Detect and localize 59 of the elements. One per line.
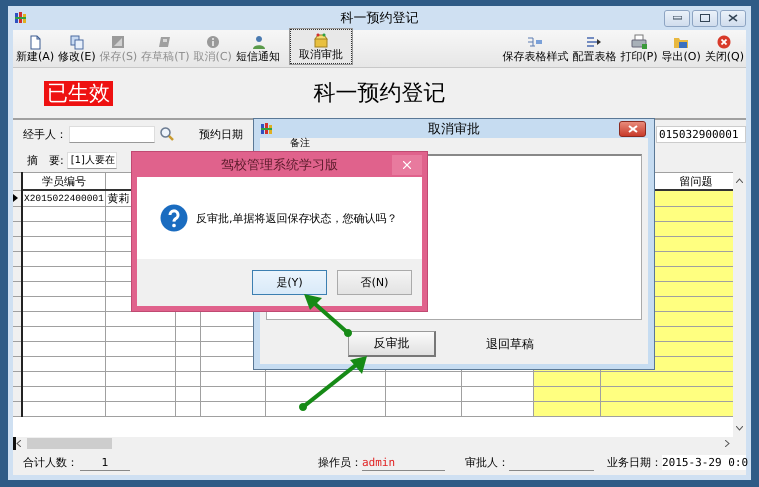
scroll-down-icon[interactable] — [736, 426, 742, 431]
pointer-arrow — [299, 356, 367, 411]
app-icon — [14, 11, 28, 25]
scroll-left-icon[interactable] — [16, 440, 21, 447]
field-label: 审批人： — [465, 455, 509, 470]
message-text: 反审批,单据将返回保存状态，您确认吗？ — [196, 210, 398, 226]
count-field: 1 — [80, 454, 130, 470]
field-label: 业务日期： — [607, 455, 662, 470]
summary-field[interactable]: [1]人要在 — [66, 152, 117, 168]
scroll-right-icon[interactable] — [725, 440, 730, 447]
maximize-button[interactable] — [692, 10, 718, 26]
app-icon — [260, 122, 274, 136]
dialog-button[interactable]: 是(Y) — [252, 270, 327, 295]
toolbar-button[interactable]: 打印(P) — [618, 33, 660, 64]
status-badge: 已生效 — [44, 80, 113, 106]
close-button[interactable] — [720, 10, 746, 26]
field-label: 预约日期 — [199, 126, 243, 142]
toolbar-button[interactable]: 新建(A) — [14, 33, 56, 64]
toolbar-button[interactable]: 短信通知 — [234, 33, 282, 64]
field-label: 摘 要: — [27, 152, 64, 168]
question-icon — [160, 204, 188, 232]
dialog-title: 驾校管理系统学习版 — [221, 156, 338, 174]
toolbar-button[interactable]: 取消审批 — [290, 29, 352, 64]
number-field[interactable]: 015032900001 — [656, 126, 746, 142]
unapprove-button[interactable]: 反审批 — [348, 331, 436, 357]
close-button[interactable] — [619, 120, 646, 136]
column-header[interactable]: 留问题 — [680, 174, 712, 188]
toolbar-button[interactable]: 配置表格 — [570, 33, 618, 64]
date-field: 2015-3-29 0:0 — [662, 455, 746, 470]
close-icon — [628, 124, 638, 132]
toolbar-button[interactable]: 导出(O) — [660, 33, 703, 64]
dialog-button[interactable]: 否(N) — [337, 270, 412, 295]
search-icon[interactable] — [159, 126, 175, 142]
maximize-icon — [700, 14, 710, 22]
window-title: 科一预约登记 — [340, 10, 418, 27]
documents-icon — [68, 34, 86, 50]
pointer-arrow — [304, 294, 352, 337]
table-cell: X2015022400001 — [22, 190, 105, 206]
toolbar-button[interactable]: 关闭(Q) — [702, 33, 746, 64]
field-label: 操作员： — [318, 455, 362, 470]
remark-label: 备注 — [290, 138, 310, 150]
toolbar-button[interactable]: 修改(E) — [56, 33, 98, 64]
toolbar-button[interactable]: 保存表格样式 — [500, 33, 570, 64]
return-draft-button[interactable]: 退回草稿 — [486, 336, 534, 352]
close-icon — [728, 14, 738, 22]
dialog-title: 取消审批 — [428, 120, 480, 138]
scrollbar-thumb[interactable] — [27, 438, 112, 449]
operator-field: admin — [362, 454, 445, 470]
printer-icon — [630, 34, 648, 50]
box-icon — [312, 32, 330, 48]
page-heading: 科一预约登记 — [314, 80, 446, 108]
scroll-up-icon[interactable] — [736, 178, 742, 183]
handler-field[interactable] — [69, 126, 155, 142]
field-label: 合计人数： — [23, 455, 78, 470]
minimize-button[interactable] — [664, 10, 690, 26]
close-icon — [715, 34, 734, 50]
field-label: 经手人： — [23, 126, 67, 142]
close-icon — [403, 160, 411, 168]
minimize-icon — [672, 16, 682, 20]
